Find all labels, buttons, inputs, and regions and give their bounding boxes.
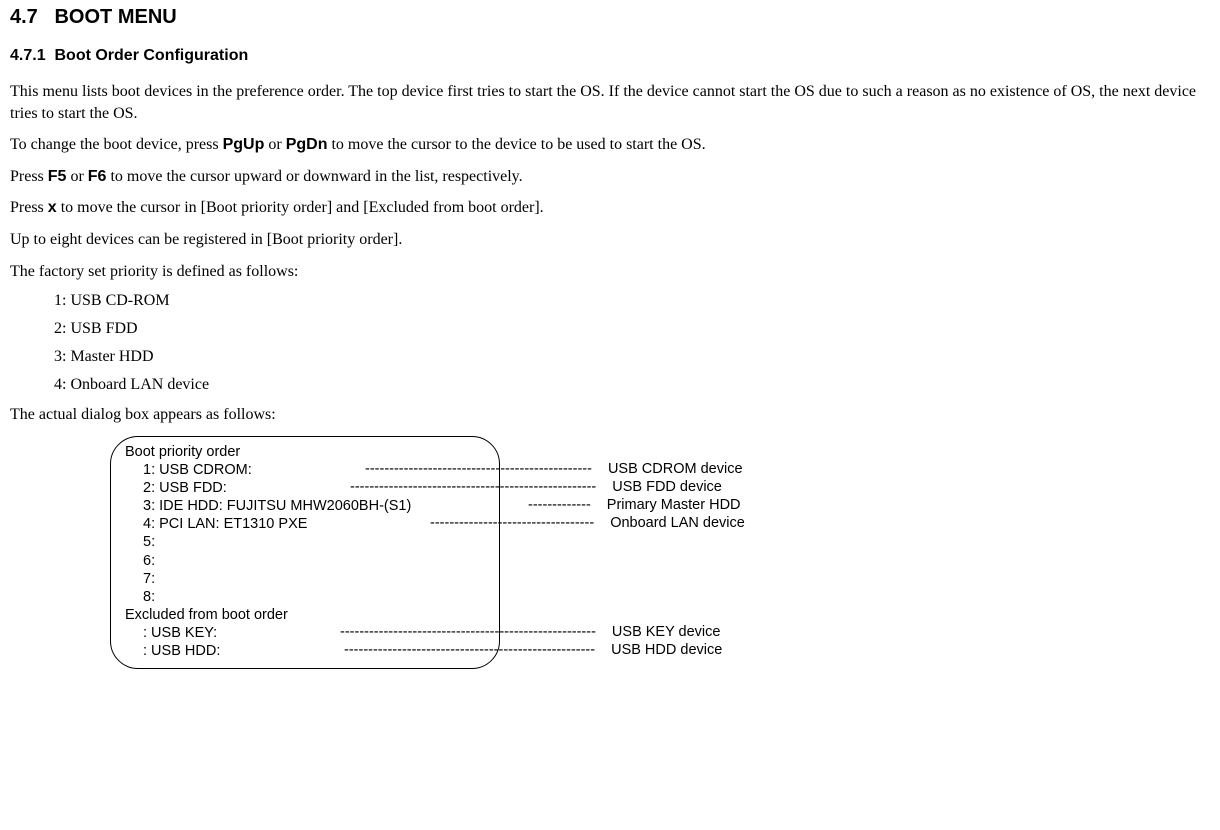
callout-row: ----------------------------------------… — [500, 478, 745, 496]
leader-line: ----------------------------------------… — [365, 460, 592, 478]
spacer — [500, 442, 745, 460]
section-number: 4.7 — [10, 6, 38, 28]
text-fragment: To change the boot device, press — [10, 136, 223, 153]
leader-line: ----------------------------------------… — [344, 641, 595, 659]
spacer — [500, 569, 745, 587]
leader-line: ---------------------------------- — [430, 514, 594, 532]
callout-label: USB FDD device — [612, 478, 722, 496]
dialog-row: 3: IDE HDD: FUJITSU MHW2060BH-(S1) — [125, 497, 485, 515]
list-item: 4: Onboard LAN device — [54, 376, 1210, 394]
subsection-number: 4.7.1 — [10, 47, 46, 64]
text-fragment: to move the cursor upward or downward in… — [106, 168, 522, 185]
factory-priority-list: 1: USB CD-ROM 2: USB FDD 3: Master HDD 4… — [54, 292, 1210, 394]
keycap-f5: F5 — [48, 168, 67, 185]
callout-row: ----------------------------------------… — [500, 623, 745, 641]
callout-label: USB HDD device — [611, 641, 722, 659]
text-fragment: or — [264, 136, 285, 153]
callout-row: ----------------------------------------… — [500, 460, 745, 478]
dialog-row: 5: — [125, 533, 485, 551]
list-item: 2: USB FDD — [54, 320, 1210, 338]
subsection-title: Boot Order Configuration — [54, 47, 248, 64]
dialog-row: 6: — [125, 552, 485, 570]
text-fragment: to move the cursor to the device to be u… — [327, 136, 705, 153]
dialog-row: 7: — [125, 570, 485, 588]
spacer — [500, 605, 745, 623]
keycap-pgdn: PgDn — [286, 136, 328, 153]
leader-line: ----------------------------------------… — [350, 478, 596, 496]
callout-column: ----------------------------------------… — [500, 442, 745, 659]
text-fragment: Press — [10, 168, 48, 185]
keycap-f6: F6 — [88, 168, 107, 185]
keycap-x: x — [48, 199, 57, 216]
text-fragment: or — [66, 168, 87, 185]
paragraph-f5-f6: Press F5 or F6 to move the cursor upward… — [10, 166, 1210, 188]
spacer — [500, 587, 745, 605]
spacer — [500, 532, 745, 550]
dialog-header-priority: Boot priority order — [125, 443, 485, 461]
callout-row: ---------------------------------- Onboa… — [500, 514, 745, 532]
paragraph-x: Press x to move the cursor in [Boot prio… — [10, 197, 1210, 219]
list-item: 3: Master HDD — [54, 348, 1210, 366]
callout-row: ------------- Primary Master HDD — [500, 496, 745, 514]
paragraph-factory-intro: The factory set priority is defined as f… — [10, 261, 1210, 283]
leader-line: ----------------------------------------… — [340, 623, 596, 641]
list-item: 1: USB CD-ROM — [54, 292, 1210, 310]
subsection-heading: 4.7.1 Boot Order Configuration — [10, 47, 1210, 65]
paragraph-intro: This menu lists boot devices in the pref… — [10, 81, 1210, 124]
callout-label: USB KEY device — [612, 623, 721, 641]
paragraph-limit: Up to eight devices can be registered in… — [10, 229, 1210, 251]
callout-row: ----------------------------------------… — [500, 641, 745, 659]
leader-line: ------------- — [528, 496, 591, 514]
dialog-row: 8: — [125, 588, 485, 606]
spacer — [500, 550, 745, 568]
paragraph-pgup-pgdn: To change the boot device, press PgUp or… — [10, 134, 1210, 156]
callout-label: Onboard LAN device — [610, 514, 745, 532]
text-fragment: Press — [10, 199, 48, 216]
dialog-header-excluded: Excluded from boot order — [125, 606, 485, 624]
callout-label: USB CDROM device — [608, 460, 743, 478]
section-title: BOOT MENU — [54, 6, 176, 28]
text-fragment: to move the cursor in [Boot priority ord… — [57, 199, 544, 216]
keycap-pgup: PgUp — [223, 136, 265, 153]
paragraph-dialog-intro: The actual dialog box appears as follows… — [10, 404, 1210, 426]
section-heading: 4.7 BOOT MENU — [10, 6, 1210, 29]
dialog-illustration: Boot priority order 1: USB CDROM: 2: USB… — [110, 436, 1210, 670]
callout-label: Primary Master HDD — [607, 496, 741, 514]
